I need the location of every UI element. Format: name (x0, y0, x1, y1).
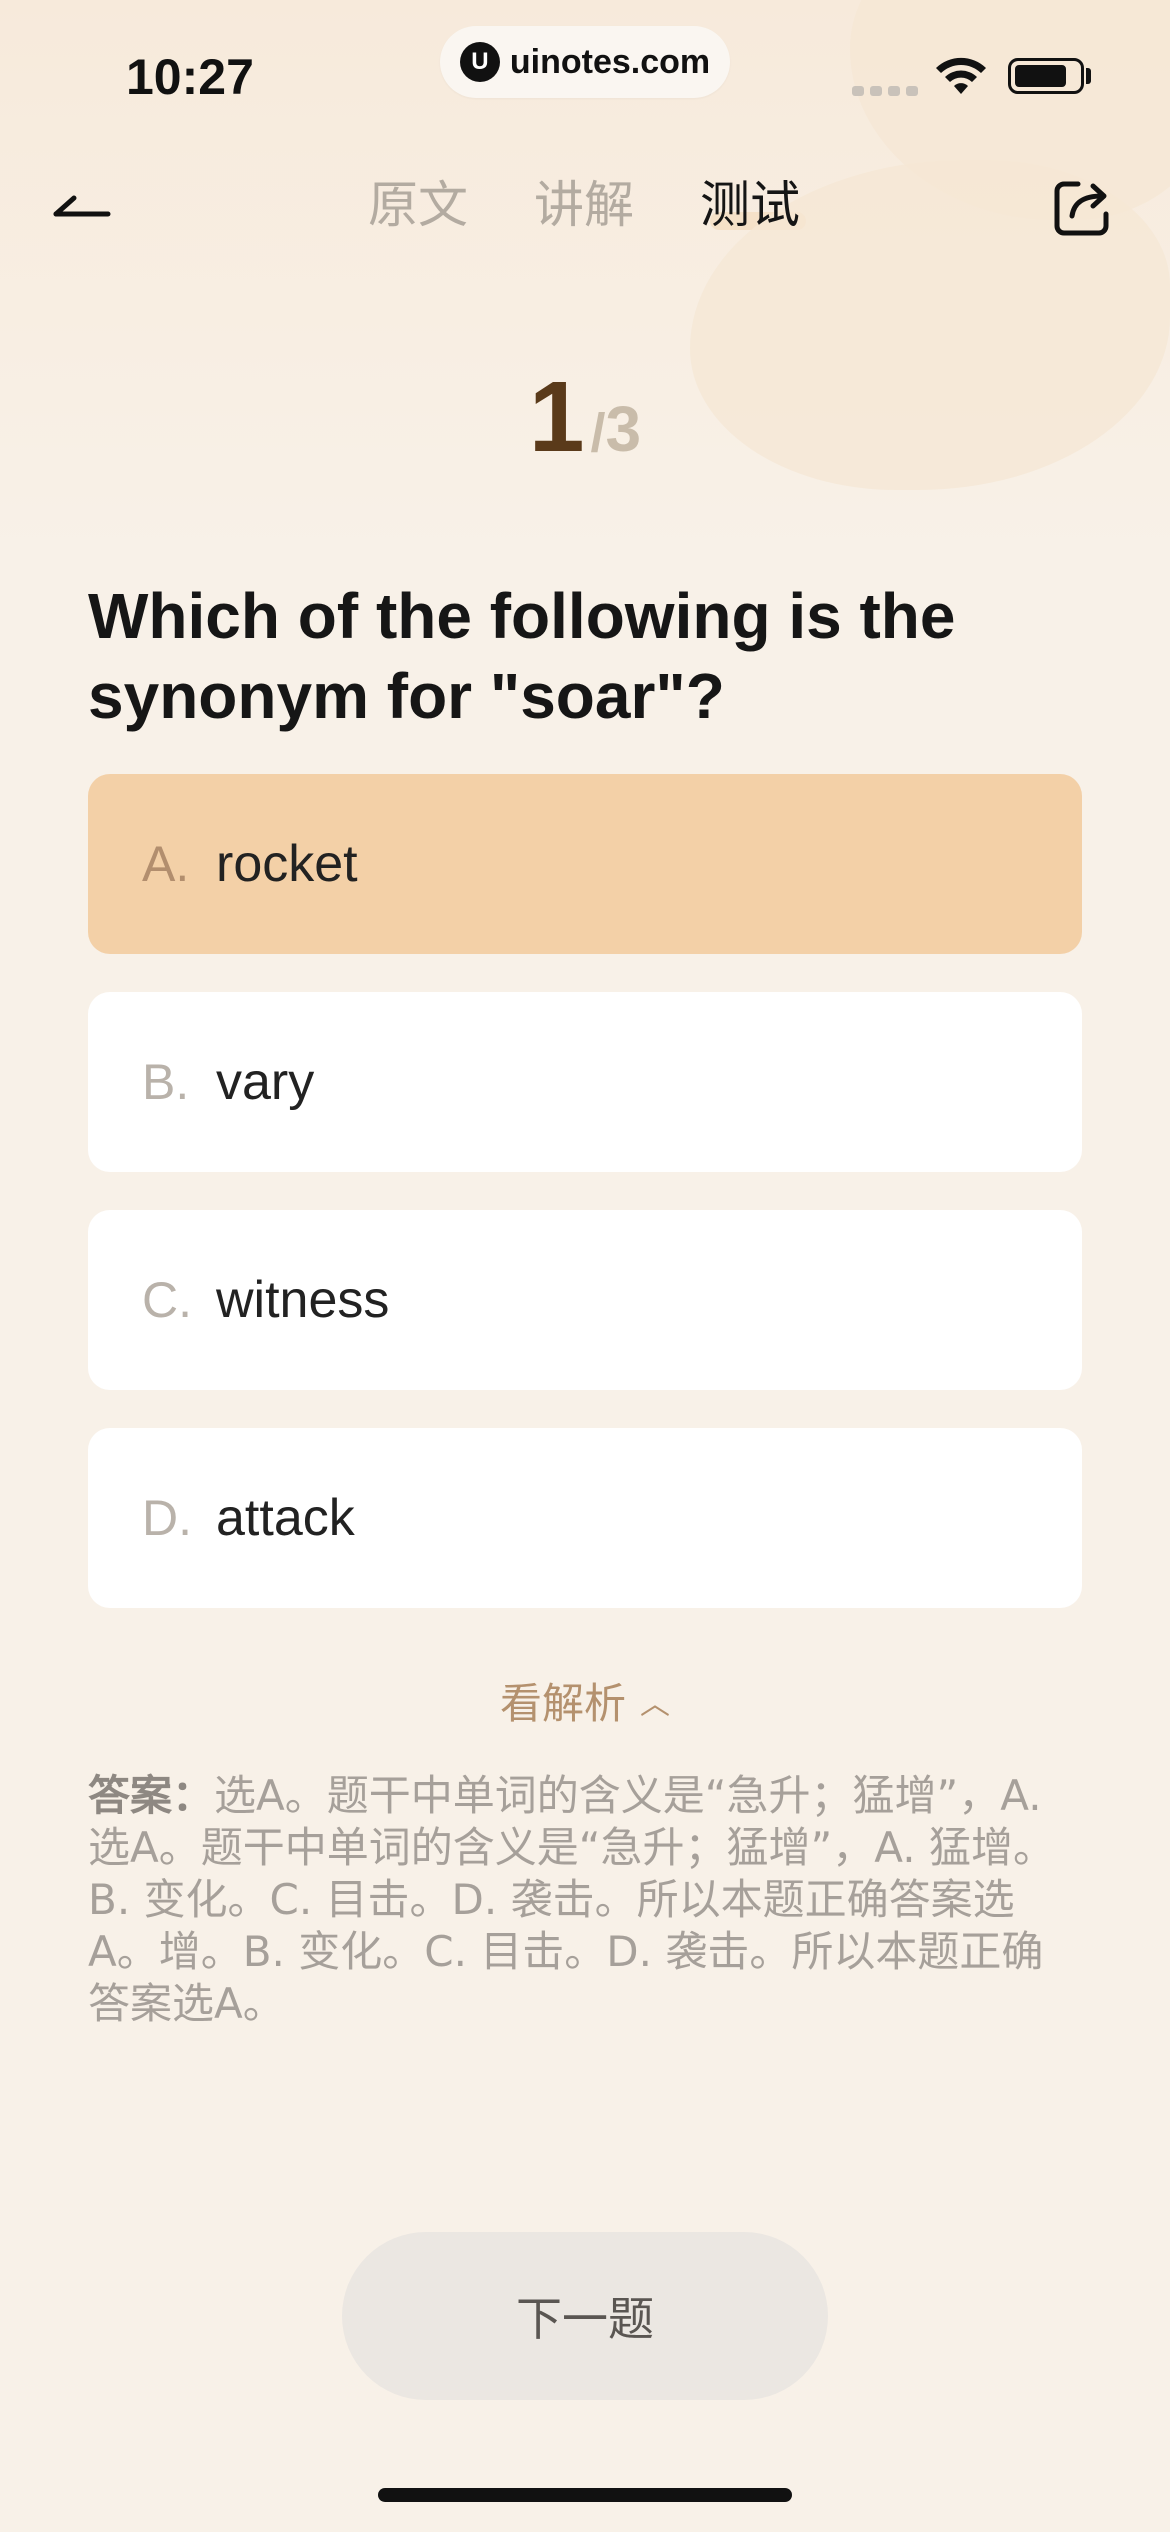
share-icon (1054, 181, 1109, 236)
option-c[interactable]: C. witness (88, 1210, 1082, 1390)
tab-original-text[interactable]: 原文 (368, 170, 468, 240)
answer-explanation: 答案：选A。题干中单词的含义是“急升；猛增”，A. 选A。题干中单词的含义是“急… (88, 1770, 1083, 2030)
battery-icon (1008, 58, 1084, 94)
option-text: rocket (216, 835, 358, 893)
question-text: Which of the following is the synonym fo… (88, 580, 956, 732)
option-a[interactable]: A. rocket (88, 774, 1082, 954)
option-b[interactable]: B. vary (88, 992, 1082, 1172)
tab-bar: 原文 讲解 测试 (368, 170, 806, 240)
chevron-up-icon: ︿ (640, 1687, 670, 1722)
cellular-signal-icon (852, 86, 918, 96)
option-d[interactable]: D. attack (88, 1428, 1082, 1608)
wifi-icon (936, 57, 986, 94)
tab-test[interactable]: 测试 (700, 170, 806, 240)
back-button[interactable] (52, 170, 132, 240)
battery-tip (1086, 68, 1091, 84)
share-button[interactable] (1052, 178, 1112, 238)
question-progress: 1/3 (0, 360, 1170, 475)
answer-explanation-text: 选A。题干中单词的含义是“急升；猛增”，A. 选A。题干中单词的含义是“急升；猛… (88, 1771, 1055, 2028)
option-text: attack (216, 1489, 355, 1547)
progress-total: 3 (605, 393, 642, 465)
url-pill[interactable]: U uinotes.com (440, 26, 730, 98)
option-letter: A. (142, 836, 190, 892)
option-letter: D. (142, 1490, 192, 1546)
answer-label: 答案： (88, 1771, 215, 1820)
back-arrow-icon (53, 195, 111, 217)
url-text: uinotes.com (509, 42, 711, 81)
option-letter: B. (142, 1054, 190, 1110)
option-text: vary (216, 1053, 315, 1111)
view-analysis-label: 看解析 (499, 1679, 626, 1728)
next-question-button[interactable]: 下一题 (342, 2232, 828, 2400)
status-time: 10:27 (126, 49, 254, 105)
progress-current: 1 (528, 361, 585, 473)
option-text: witness (216, 1271, 390, 1329)
view-analysis-toggle[interactable]: 看解析 ︿ (0, 1670, 1170, 1731)
progress-separator: / (590, 403, 606, 463)
home-indicator (378, 2488, 792, 2502)
site-logo-icon: U (459, 42, 500, 82)
option-letter: C. (142, 1272, 192, 1328)
tab-explanation[interactable]: 讲解 (534, 170, 634, 240)
